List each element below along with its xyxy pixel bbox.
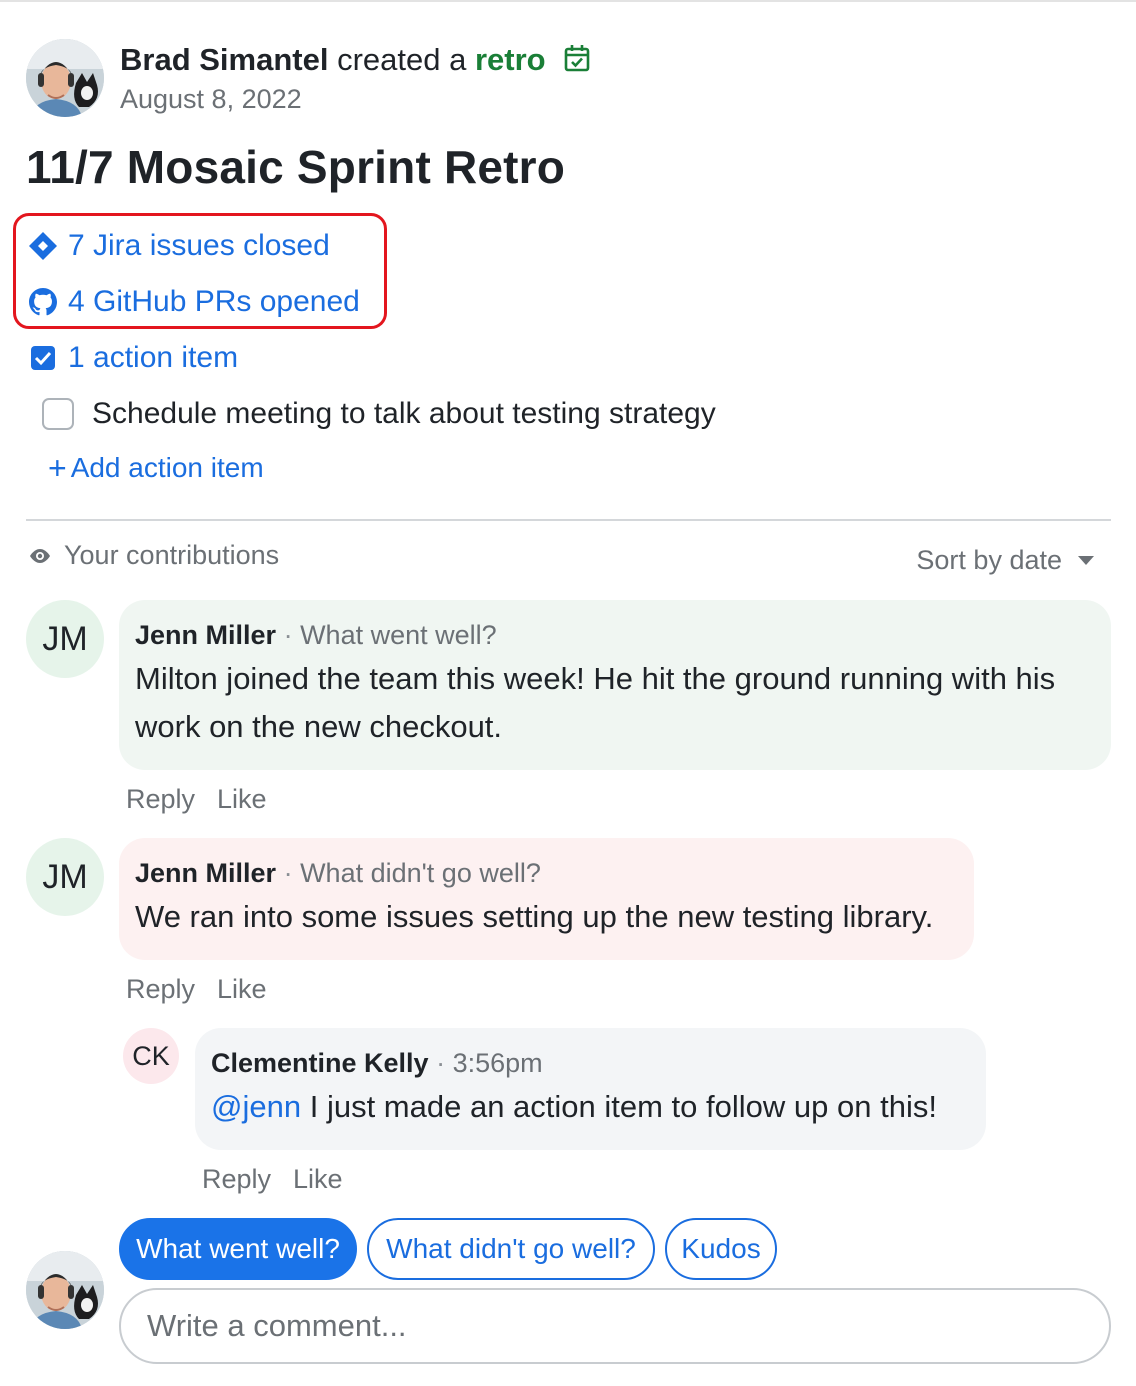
reply-avatar[interactable]: CK [123, 1028, 179, 1084]
github-prs-link[interactable]: 4 GitHub PRs opened [28, 282, 360, 322]
comment-bubble: Jenn Miller · What went well? Milton joi… [119, 600, 1111, 770]
meta-separator: · [283, 858, 293, 888]
sort-dropdown[interactable]: Sort by date [916, 545, 1094, 576]
github-icon [28, 287, 58, 317]
avatar-initials: CK [132, 1040, 170, 1071]
current-user-photo [26, 1251, 104, 1329]
sort-label: Sort by date [916, 545, 1062, 575]
action-items-label: 1 action item [68, 341, 239, 374]
github-prs-label: 4 GitHub PRs opened [68, 285, 360, 318]
add-action-item-button[interactable]: + Add action item [48, 452, 264, 484]
chip-label: What went well? [136, 1233, 340, 1264]
comment-author[interactable]: Jenn Miller [135, 620, 276, 650]
comment-meta: Jenn Miller · What didn't go well? [135, 858, 958, 889]
like-button[interactable]: Like [293, 1164, 343, 1195]
top-border [0, 0, 1136, 2]
author-photo [26, 39, 104, 117]
comment-author[interactable]: Jenn Miller [135, 858, 276, 888]
caret-down-icon [1078, 556, 1094, 565]
reply-meta: Clementine Kelly · 3:56pm [211, 1048, 970, 1079]
avatar-initials: JM [42, 857, 88, 896]
comment-meta: Jenn Miller · What went well? [135, 620, 1095, 651]
plus-icon: + [48, 450, 67, 486]
author-name[interactable]: Brad Simantel [120, 42, 328, 77]
post-header: Brad Simantel created a retro August 8, … [120, 40, 590, 115]
action-item-row: Schedule meeting to talk about testing s… [42, 394, 716, 434]
contributions-label: Your contributions [64, 540, 280, 570]
comment-text: Milton joined the team this week! He hit… [135, 661, 1056, 744]
reply-time: 3:56pm [452, 1048, 543, 1078]
jira-issues-link[interactable]: 7 Jira issues closed [28, 226, 330, 266]
action-items-link[interactable]: 1 action item [28, 338, 238, 378]
action-item-text: Schedule meeting to talk about testing s… [92, 397, 716, 430]
checked-checkbox-icon [28, 343, 58, 373]
reply-button[interactable]: Reply [202, 1164, 271, 1195]
post-date: August 8, 2022 [120, 84, 302, 114]
chip-label: What didn't go well? [386, 1233, 636, 1264]
avatar-initials: JM [42, 619, 88, 658]
meta-separator: · [283, 620, 293, 650]
like-button[interactable]: Like [217, 784, 267, 815]
chip-what-didnt-go-well[interactable]: What didn't go well? [367, 1218, 655, 1280]
section-divider [26, 519, 1111, 521]
header-line: Brad Simantel created a retro [120, 40, 590, 82]
comment-text: We ran into some issues setting up the n… [135, 899, 934, 934]
jira-issues-label: 7 Jira issues closed [68, 229, 330, 262]
reply-button[interactable]: Reply [126, 784, 195, 815]
comment-bubble: Jenn Miller · What didn't go well? We ra… [119, 838, 974, 960]
page-title: 11/7 Mosaic Sprint Retro [26, 141, 566, 193]
reply-text-row: @jenn I just made an action item to foll… [211, 1083, 970, 1131]
reply-actions: Reply Like [202, 1164, 365, 1195]
like-button[interactable]: Like [217, 974, 267, 1005]
comment-input[interactable] [119, 1288, 1111, 1364]
current-user-avatar[interactable] [26, 1251, 104, 1329]
post-type-link[interactable]: retro [475, 42, 546, 77]
meta-separator: · [436, 1048, 446, 1078]
reply-author[interactable]: Clementine Kelly [211, 1048, 429, 1078]
action-item-checkbox[interactable] [42, 398, 74, 430]
jira-diamond-icon [28, 231, 58, 261]
header-verb: created a [337, 42, 467, 77]
author-avatar[interactable] [26, 39, 104, 117]
chip-label: Kudos [681, 1233, 761, 1264]
reply-bubble: Clementine Kelly · 3:56pm @jenn I just m… [195, 1028, 986, 1150]
comment-actions: Reply Like [126, 784, 289, 815]
commenter-avatar[interactable]: JM [26, 600, 104, 678]
add-action-item-label: Add action item [70, 452, 264, 483]
chip-what-went-well[interactable]: What went well? [119, 1218, 357, 1280]
commenter-avatar[interactable]: JM [26, 838, 104, 916]
comment-category: What went well? [300, 620, 497, 650]
eye-icon [28, 540, 52, 571]
contributions-visibility: Your contributions [28, 540, 279, 571]
reply-text: I just made an action item to follow up … [309, 1089, 937, 1124]
comment-category: What didn't go well? [300, 858, 541, 888]
chip-kudos[interactable]: Kudos [665, 1218, 777, 1280]
comment-actions: Reply Like [126, 974, 289, 1005]
calendar-check-icon [564, 42, 590, 82]
reply-button[interactable]: Reply [126, 974, 195, 1005]
user-mention[interactable]: @jenn [211, 1089, 301, 1124]
